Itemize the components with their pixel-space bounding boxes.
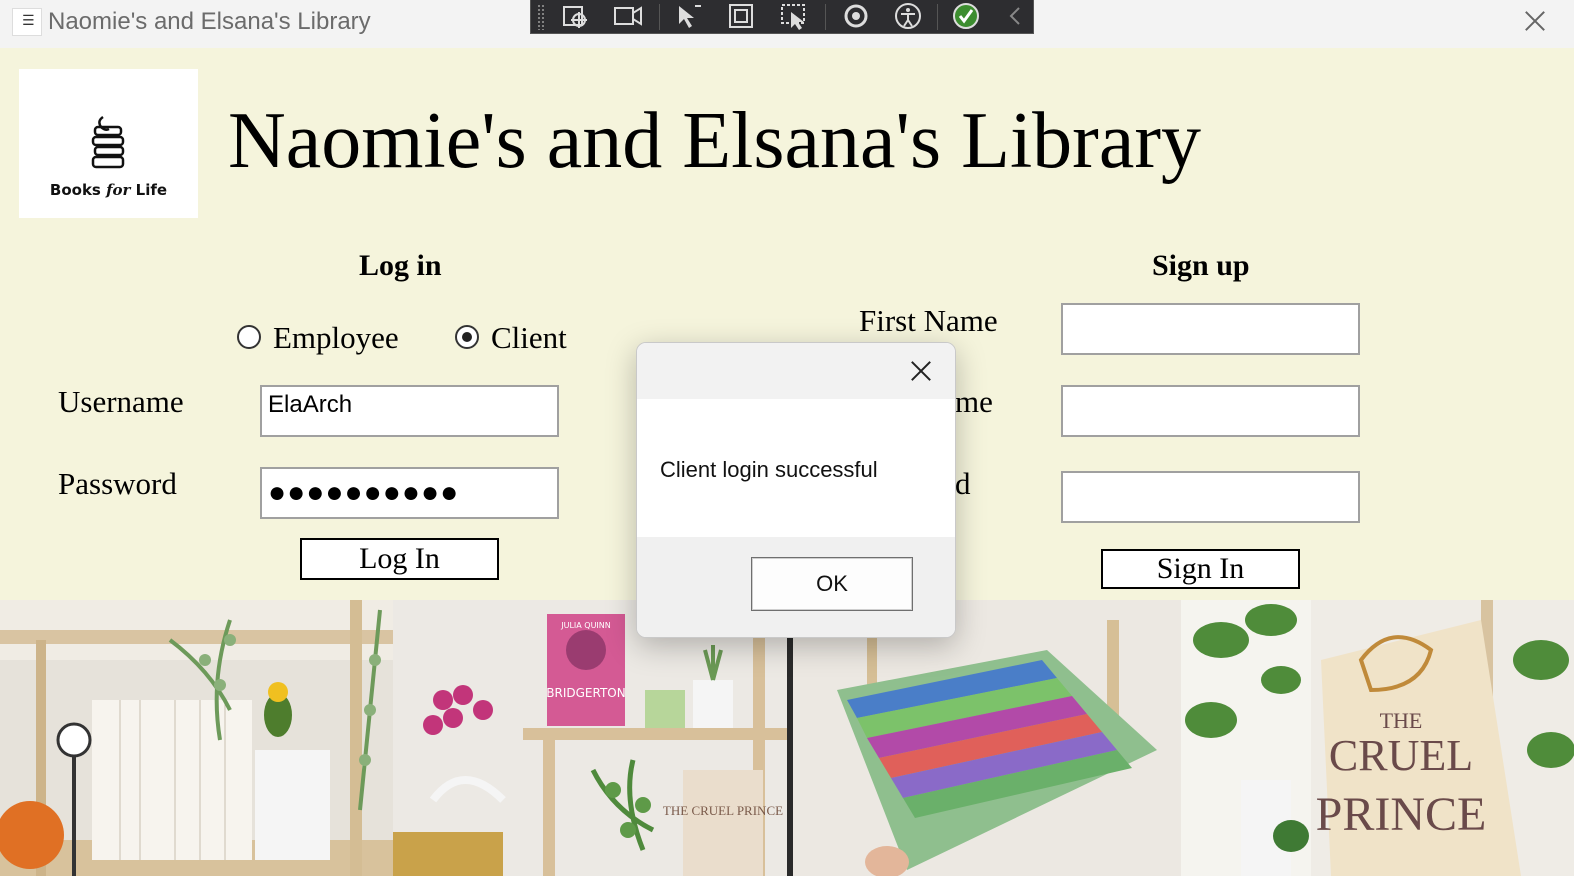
checkmark-icon[interactable] bbox=[951, 2, 981, 30]
page-title: Naomie's and Elsana's Library bbox=[228, 97, 1201, 185]
dialog-title-bar bbox=[637, 343, 955, 399]
message-dialog: Client login successful OK bbox=[636, 342, 956, 638]
boxed-set-photo bbox=[787, 600, 1181, 876]
logo: Books for Life bbox=[19, 69, 198, 218]
cruel-prince-the: THE bbox=[1380, 708, 1423, 733]
dialog-message: Client login successful bbox=[660, 457, 878, 482]
cruel-prince-photo: THE CRUEL PRINCE bbox=[1181, 600, 1574, 876]
orchid-shelf-photo: BRIDGERTON JULIA QUINN THE CRUEL PRINCE bbox=[393, 600, 787, 876]
password-label: Password bbox=[58, 466, 177, 501]
track-focus-icon[interactable] bbox=[779, 2, 809, 30]
dialog-close-button[interactable] bbox=[905, 355, 937, 387]
password-input[interactable]: ●●●●●●●●●● bbox=[260, 467, 559, 519]
logo-caption: Books for Life bbox=[49, 181, 168, 199]
select-element-icon[interactable] bbox=[561, 2, 591, 30]
app-icon: ☰ bbox=[12, 8, 42, 36]
photo-banner: BRIDGERTON JULIA QUINN THE CRUEL PRINCE bbox=[0, 600, 1574, 876]
employee-radio[interactable] bbox=[237, 325, 261, 349]
username-input[interactable]: ElaArch bbox=[260, 385, 559, 437]
toolbar-separator bbox=[825, 4, 826, 30]
username-label: Username bbox=[58, 384, 184, 419]
hot-reload-icon[interactable] bbox=[841, 2, 871, 30]
employee-radio-label[interactable]: Employee bbox=[273, 320, 399, 356]
toolbar-separator bbox=[659, 4, 660, 30]
cruel-prince-cruel: CRUEL bbox=[1329, 731, 1473, 780]
signup-heading: Sign up bbox=[1152, 249, 1250, 282]
client-radio[interactable] bbox=[455, 325, 479, 349]
debug-toolbar bbox=[530, 0, 1034, 34]
bookshelf-photo bbox=[0, 600, 393, 876]
last-name-label: me bbox=[955, 384, 993, 419]
books-stack-icon bbox=[91, 115, 125, 169]
window-close-button[interactable] bbox=[1518, 6, 1552, 36]
bridgerton-title: BRIDGERTON bbox=[546, 686, 625, 700]
toolbar-grip-icon[interactable] bbox=[537, 4, 545, 30]
login-button[interactable]: Log In bbox=[300, 538, 499, 580]
signup-password-input[interactable] bbox=[1061, 471, 1360, 523]
window-title: Naomie's and Elsana's Library bbox=[48, 8, 371, 35]
first-name-input[interactable] bbox=[1061, 303, 1360, 355]
bridgerton-author: JULIA QUINN bbox=[560, 621, 611, 630]
ok-button[interactable]: OK bbox=[751, 557, 913, 611]
toolbar-separator bbox=[937, 4, 938, 30]
signup-password-label: d bbox=[955, 466, 971, 501]
last-name-input[interactable] bbox=[1061, 385, 1360, 437]
client-radio-label[interactable]: Client bbox=[491, 320, 567, 356]
accessibility-icon[interactable] bbox=[893, 2, 923, 30]
record-video-icon[interactable] bbox=[613, 2, 643, 30]
pointer-select-icon[interactable] bbox=[673, 2, 703, 30]
cruel-prince-small-title: THE CRUEL PRINCE bbox=[663, 803, 783, 818]
first-name-label: First Name bbox=[859, 303, 998, 338]
signin-button[interactable]: Sign In bbox=[1101, 549, 1300, 589]
layout-adorner-icon[interactable] bbox=[727, 2, 757, 30]
login-heading: Log in bbox=[359, 249, 442, 282]
collapse-chevron-icon[interactable] bbox=[1001, 2, 1031, 30]
cruel-prince-prince: PRINCE bbox=[1316, 788, 1487, 841]
dialog-button-bar: OK bbox=[637, 537, 955, 637]
